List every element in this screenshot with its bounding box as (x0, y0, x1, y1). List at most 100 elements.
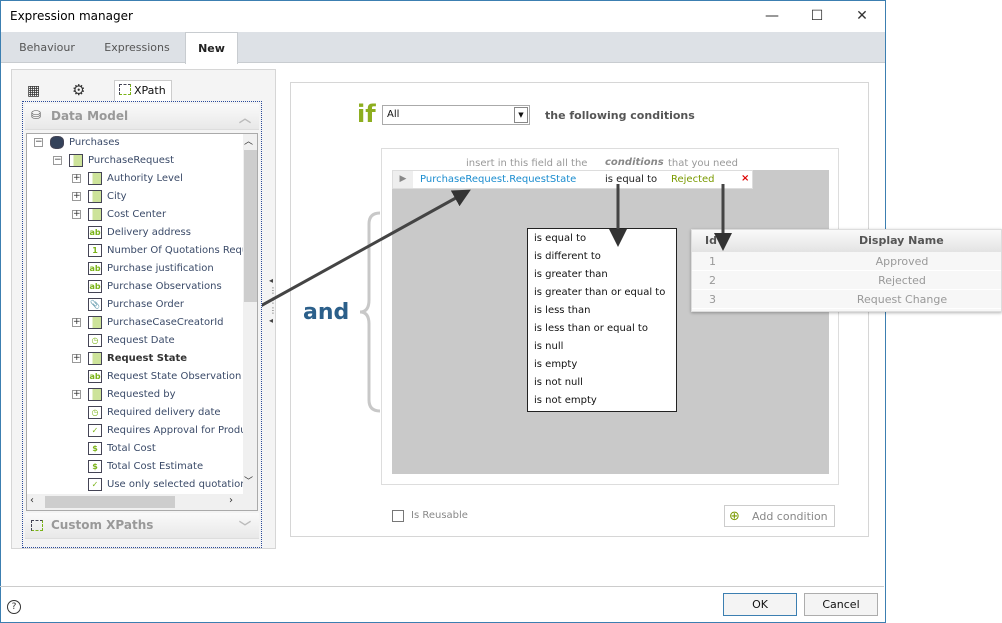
operator-option[interactable]: is less than or equal to (534, 320, 670, 338)
add-condition-button[interactable]: ⊕ Add condition (724, 505, 835, 527)
text-icon: ab (88, 226, 102, 239)
tree-item[interactable]: 📎 Purchase Order (27, 296, 243, 314)
condition-field[interactable]: PurchaseRequest.RequestState (420, 174, 576, 185)
xpath-tab[interactable]: XPath (114, 80, 172, 101)
tree-item-label: Request State Observation (107, 371, 242, 382)
collapse-icon[interactable]: − (34, 138, 43, 147)
tree-item[interactable]: + Requested by (27, 386, 243, 404)
quantifier-select[interactable]: All ▼ (382, 105, 530, 125)
tree-item[interactable]: + Authority Level (27, 170, 243, 188)
condition-value[interactable]: Rejected (671, 174, 715, 185)
tree-item[interactable]: ab Request State Observation (27, 368, 243, 386)
text-icon: ab (88, 370, 102, 383)
tree-horizontal-scrollbar[interactable]: ‹ › (27, 494, 243, 510)
text-icon: ab (88, 280, 102, 293)
table-row[interactable]: 2 Rejected (692, 271, 1001, 290)
tree-item[interactable]: ◷ Required delivery date (27, 404, 243, 422)
gear-icon[interactable]: ⚙ (72, 81, 85, 99)
operator-option[interactable]: is different to (534, 248, 670, 266)
operator-option[interactable]: is greater than or equal to (534, 284, 670, 302)
tree-item-label: Delivery address (107, 227, 191, 238)
table-row[interactable]: 3 Request Change (692, 290, 1001, 309)
expand-icon[interactable]: + (72, 174, 81, 183)
splitter-handle[interactable]: ◂ ⋮ ⋮ ⋮ ◂ (269, 276, 277, 326)
tree-item-label: PurchaseRequest (88, 155, 175, 166)
delete-condition-icon[interactable]: × (741, 173, 749, 184)
tree-item[interactable]: ab Purchase Observations (27, 278, 243, 296)
tree-item-label: Use only selected quotations (107, 479, 252, 490)
condition-operator[interactable]: is equal to (605, 174, 657, 185)
form-icon[interactable]: ▦ (27, 83, 40, 99)
tree-item-label: Purchases (69, 137, 120, 148)
tree-item[interactable]: ✓ Use only selected quotations (27, 476, 252, 494)
following-conditions-label: the following conditions (545, 109, 695, 122)
operator-option[interactable]: is less than (534, 302, 670, 320)
id-cell: 1 (709, 255, 716, 268)
operator-option[interactable]: is greater than (534, 266, 670, 284)
tab-behaviour[interactable]: Behaviour (9, 32, 85, 63)
id-cell: 2 (709, 274, 716, 287)
operator-option[interactable]: is not empty (534, 392, 670, 410)
operator-option[interactable]: is not null (534, 374, 670, 392)
tab-expressions[interactable]: Expressions (93, 32, 181, 63)
operator-option[interactable]: is null (534, 338, 670, 356)
entity-icon (50, 136, 64, 149)
expand-icon[interactable]: + (72, 318, 81, 327)
row-handle-icon[interactable]: ▶ (393, 171, 413, 188)
tree-item[interactable]: ab Purchase justification (27, 260, 243, 278)
expand-icon[interactable]: + (72, 390, 81, 399)
tree-item[interactable]: + Request State (27, 350, 243, 368)
minimize-button[interactable]: — (757, 5, 787, 27)
tree-item[interactable]: + City (27, 188, 243, 206)
tab-new[interactable]: New (185, 32, 238, 64)
is-reusable-checkbox[interactable] (392, 510, 404, 522)
table-header: Id Display Name (692, 230, 1001, 252)
cancel-button[interactable]: Cancel (804, 593, 878, 616)
title-bar: Expression manager — ☐ ✕ (1, 1, 885, 32)
expand-icon[interactable]: + (72, 210, 81, 219)
hint-text-1: insert in this field all the (466, 158, 588, 169)
tree-item-label: Total Cost Estimate (107, 461, 204, 472)
condition-row[interactable]: ▶ PurchaseRequest.RequestState is equal … (392, 170, 753, 189)
currency-icon: $ (88, 442, 102, 455)
data-model-panel: ▦ ⚙ XPath ⛁ Data Model ︿ − Purchases − Purcha… (11, 69, 276, 549)
collapse-icon[interactable]: − (53, 156, 62, 165)
display-name-table: Id Display Name 1 Approved 2 Rejected 3 Reques… (691, 229, 1002, 312)
tree-item[interactable]: ab Delivery address (27, 224, 243, 242)
tree-item-label: Purchase justification (107, 263, 214, 274)
tree-item[interactable]: ◷ Request Date (27, 332, 243, 350)
tree-item[interactable]: 1 Number Of Quotations Requi (27, 242, 251, 260)
footer-divider (0, 586, 884, 587)
help-icon[interactable]: ? (7, 600, 21, 614)
tree-item[interactable]: − Purchases (27, 134, 243, 152)
plus-circle-icon: ⊕ (729, 509, 740, 524)
tree-item[interactable]: − PurchaseRequest (27, 152, 243, 170)
custom-xpaths-header[interactable]: Custom XPaths ﹀ (25, 513, 259, 539)
tree-item-label: Required delivery date (107, 407, 221, 418)
expand-icon[interactable]: + (72, 192, 81, 201)
data-model-tree: − Purchases − PurchaseRequest + Authority Lev… (26, 133, 258, 511)
operator-option[interactable]: is equal to (534, 230, 670, 248)
close-button[interactable]: ✕ (847, 5, 877, 27)
tree-item[interactable]: + PurchaseCaseCreatorId (27, 314, 243, 332)
maximize-button[interactable]: ☐ (802, 5, 832, 27)
checkbox-icon: ✓ (88, 478, 102, 491)
chevron-up-icon: ︿ (238, 111, 251, 125)
collection-icon (88, 316, 102, 329)
expand-icon[interactable]: + (72, 354, 81, 363)
tree-item-label: Purchase Observations (107, 281, 222, 292)
tree-item[interactable]: $ Total Cost (27, 440, 243, 458)
tree-item[interactable]: $ Total Cost Estimate (27, 458, 243, 476)
tree-item[interactable]: ✓ Requires Approval for Produc (27, 422, 252, 440)
table-icon (88, 352, 102, 365)
tree-item-label: Requires Approval for Produc (107, 425, 253, 436)
tree-item[interactable]: + Cost Center (27, 206, 243, 224)
data-model-header[interactable]: ⛁ Data Model ︿ (25, 104, 259, 130)
tab-bar: Behaviour Expressions New (1, 32, 885, 64)
operator-option[interactable]: is empty (534, 356, 670, 374)
ok-button[interactable]: OK (723, 593, 797, 616)
table-row[interactable]: 1 Approved (692, 252, 1001, 271)
tree-vertical-scrollbar[interactable]: ︿ ﹀ (243, 134, 257, 510)
date-icon: ◷ (88, 334, 102, 347)
collection-icon (88, 388, 102, 401)
